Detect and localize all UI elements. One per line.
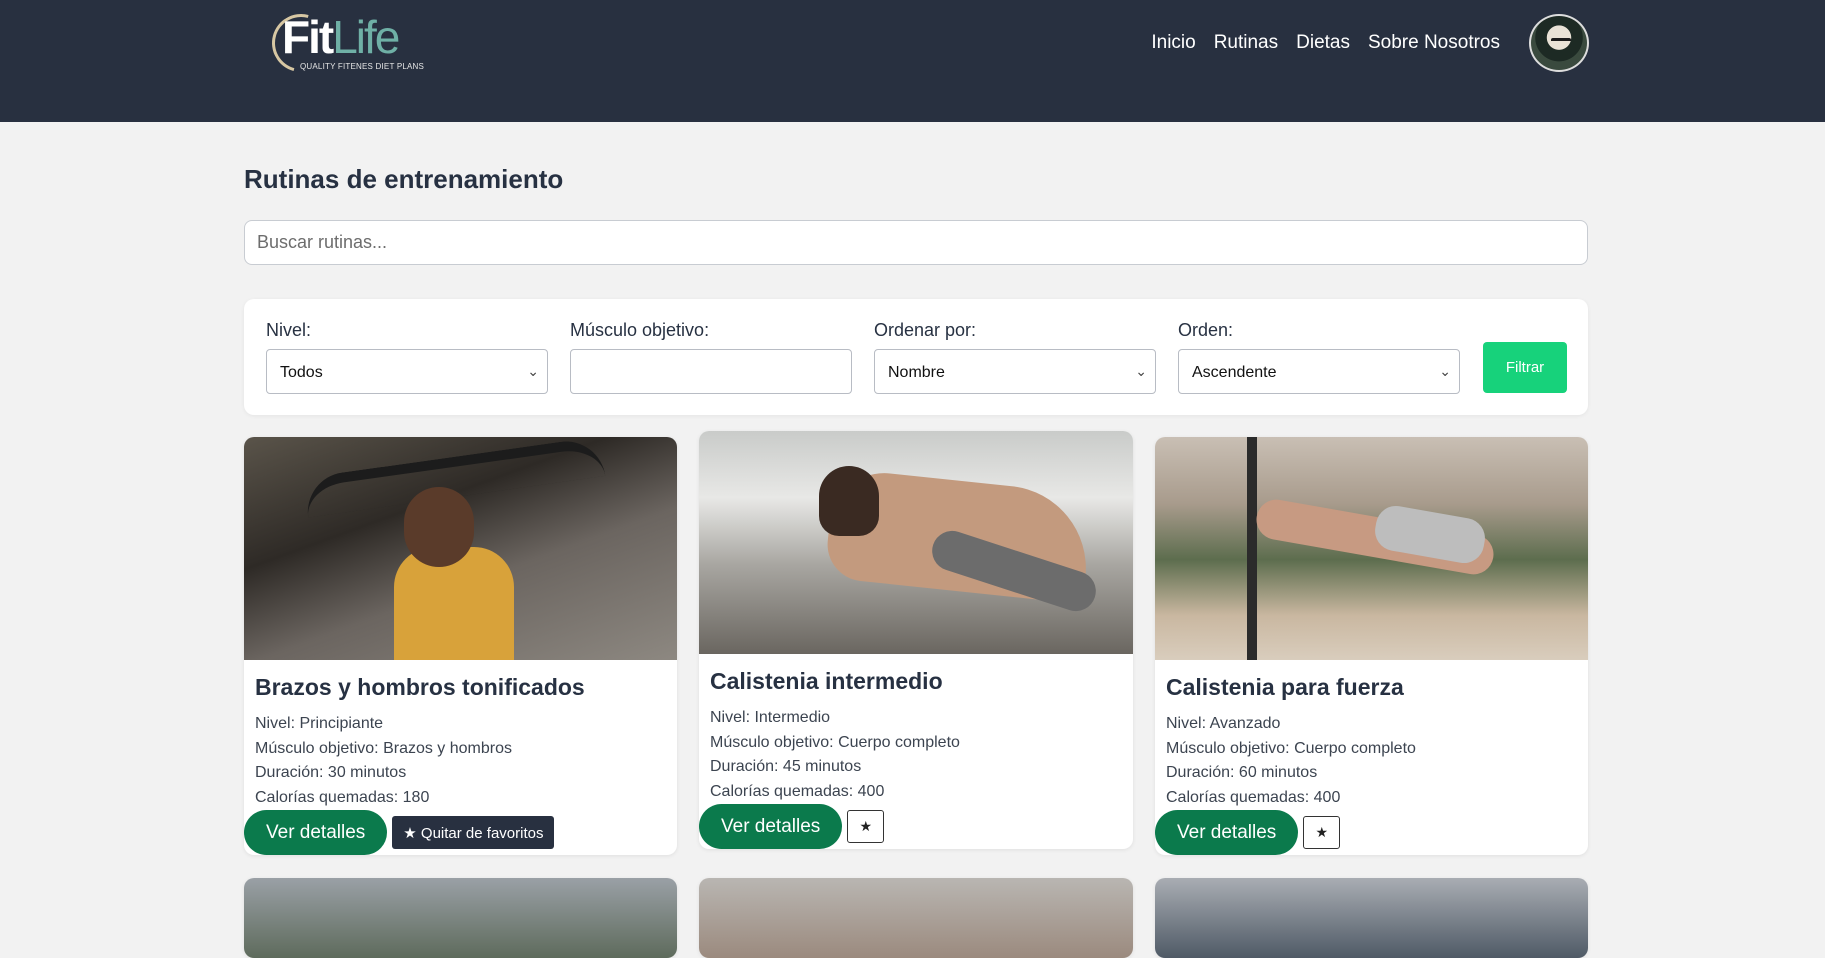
- routine-duration: Duración: 45 minutos: [710, 758, 862, 775]
- sort-select[interactable]: Nombre ⌄: [874, 349, 1156, 394]
- order-label: Orden:: [1178, 320, 1234, 340]
- routine-duration: Duración: 60 minutos: [1166, 764, 1318, 781]
- logo-wordmark: FitLife: [282, 11, 400, 63]
- level-label: Nivel:: [266, 320, 312, 340]
- site-header: FitLife QUALITY FITENES DIET PLANS Inici…: [0, 0, 1825, 122]
- routine-card: Calistenia intermedio Nivel: Intermedio …: [699, 431, 1133, 849]
- logo-tagline: QUALITY FITENES DIET PLANS: [300, 62, 425, 71]
- main-nav: Inicio Rutinas Dietas Sobre Nosotros: [1151, 32, 1500, 54]
- routine-title: Calistenia para fuerza: [1166, 674, 1404, 700]
- routine-calories: Calorías quemadas: 180: [255, 788, 430, 806]
- nav-sobre-nosotros[interactable]: Sobre Nosotros: [1368, 32, 1500, 54]
- fitlife-logo[interactable]: FitLife QUALITY FITENES DIET PLANS: [261, 3, 425, 83]
- order-select[interactable]: Ascendente ⌄: [1178, 349, 1460, 394]
- routine-image: [244, 437, 677, 660]
- routine-muscle: Músculo objetivo: Brazos y hombros: [255, 739, 512, 757]
- order-select-value: Ascendente: [1192, 364, 1277, 381]
- routine-title: Calistenia intermedio: [710, 668, 943, 694]
- routine-image: [1155, 437, 1588, 660]
- sort-select-value: Nombre: [888, 364, 945, 381]
- level-filter: Nivel: Todos ⌄: [266, 320, 548, 394]
- level-select-value: Todos: [280, 364, 323, 381]
- order-filter: Orden: Ascendente ⌄: [1178, 320, 1460, 394]
- routine-image: [699, 878, 1133, 958]
- routine-calories: Calorías quemadas: 400: [710, 782, 885, 800]
- routine-card: [1155, 878, 1588, 958]
- search-input[interactable]: [244, 220, 1588, 265]
- favorite-star-button[interactable]: ★: [1303, 816, 1341, 849]
- routine-level: Nivel: Principiante: [255, 715, 384, 732]
- muscle-filter: Músculo objetivo:: [570, 320, 852, 394]
- chevron-down-icon: ⌄: [527, 363, 539, 379]
- routine-image: [1155, 878, 1588, 958]
- page-title: Rutinas de entrenamiento: [244, 164, 564, 194]
- view-details-button[interactable]: Ver detalles: [699, 804, 843, 849]
- routine-card: Brazos y hombros tonificados Nivel: Prin…: [244, 437, 677, 855]
- routine-title: Brazos y hombros tonificados: [255, 674, 585, 700]
- level-select[interactable]: Todos ⌄: [266, 349, 548, 394]
- favorite-star-button[interactable]: ★: [847, 810, 885, 843]
- routine-muscle: Músculo objetivo: Cuerpo completo: [710, 733, 960, 751]
- nav-dietas[interactable]: Dietas: [1296, 32, 1350, 54]
- routine-image: [699, 431, 1133, 654]
- routine-card: [244, 878, 677, 958]
- user-avatar[interactable]: [1529, 14, 1589, 72]
- routine-level: Nivel: Intermedio: [710, 709, 831, 726]
- view-details-button[interactable]: Ver detalles: [244, 810, 388, 855]
- sort-filter: Ordenar por: Nombre ⌄: [874, 320, 1156, 394]
- filter-button[interactable]: Filtrar: [1483, 342, 1567, 393]
- muscle-input[interactable]: [570, 349, 852, 394]
- routine-card: Calistenia para fuerza Nivel: Avanzado M…: [1155, 437, 1588, 855]
- routine-image: [244, 878, 677, 958]
- routine-muscle: Músculo objetivo: Cuerpo completo: [1166, 739, 1416, 757]
- muscle-label: Músculo objetivo:: [570, 320, 710, 340]
- routine-level: Nivel: Avanzado: [1166, 715, 1281, 732]
- routine-calories: Calorías quemadas: 400: [1166, 788, 1341, 806]
- nav-rutinas[interactable]: Rutinas: [1214, 32, 1278, 54]
- chevron-down-icon: ⌄: [1439, 363, 1451, 379]
- routine-duration: Duración: 30 minutos: [255, 764, 407, 781]
- chevron-down-icon: ⌄: [1135, 363, 1147, 379]
- nav-inicio[interactable]: Inicio: [1151, 32, 1195, 54]
- sort-label: Ordenar por:: [874, 320, 977, 340]
- view-details-button[interactable]: Ver detalles: [1155, 810, 1299, 855]
- filter-panel: Nivel: Todos ⌄ Músculo objetivo: Ordenar…: [244, 299, 1588, 415]
- remove-favorite-button[interactable]: ★ Quitar de favoritos: [392, 816, 555, 849]
- routine-card: [699, 878, 1133, 958]
